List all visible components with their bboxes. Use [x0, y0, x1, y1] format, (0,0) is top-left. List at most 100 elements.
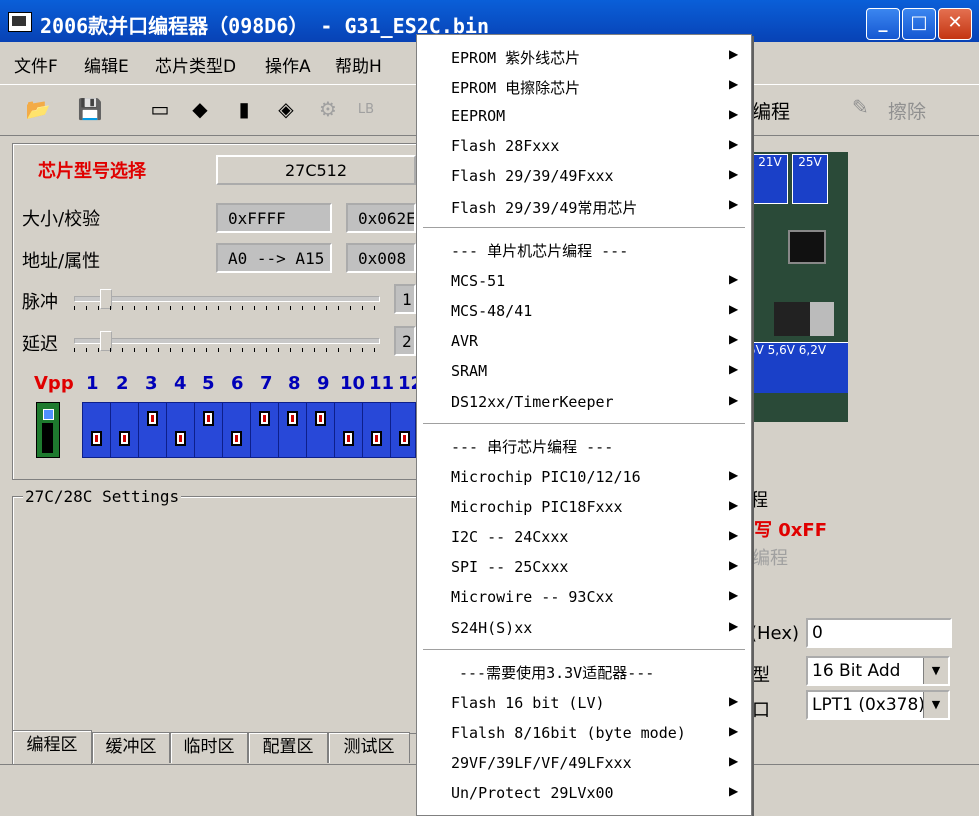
- chip-select-label: 芯片型号选择: [38, 161, 146, 182]
- vpp-label: Vpp: [34, 373, 74, 394]
- menu-separator: [423, 649, 745, 651]
- tab-test[interactable]: 测试区: [328, 732, 410, 763]
- pin-switch[interactable]: [82, 402, 112, 458]
- menu-file[interactable]: 文件F: [14, 52, 58, 77]
- verify-icon[interactable]: ◈: [272, 95, 300, 123]
- pin-number: 4: [174, 373, 187, 394]
- submenu-arrow-icon: ▶: [729, 302, 739, 316]
- pin-switch[interactable]: [278, 402, 308, 458]
- tab-buffer[interactable]: 缓冲区: [92, 732, 170, 763]
- save-icon[interactable]: 💾: [76, 95, 104, 123]
- tab-program[interactable]: 编程区: [12, 730, 92, 765]
- vpp-switch[interactable]: [36, 402, 60, 458]
- pin-number: 6: [231, 373, 244, 394]
- address-field: A0 --> A15: [216, 243, 332, 273]
- programmer-board-image: 21V 25V 5V 5,6V 6,2V: [748, 152, 848, 422]
- hex-input[interactable]: 0: [806, 618, 952, 648]
- menu-item[interactable]: Flash 29/39/49Fxxx: [451, 167, 614, 185]
- erase-button[interactable]: 擦除: [888, 97, 926, 124]
- pin-number: 9: [317, 373, 330, 394]
- pin-number: 8: [288, 373, 301, 394]
- program-button[interactable]: 编程: [752, 97, 790, 124]
- submenu-arrow-icon: ▶: [729, 107, 739, 121]
- menu-item[interactable]: Flash 16 bit (LV): [451, 694, 605, 712]
- pin-switch[interactable]: [222, 402, 252, 458]
- menu-operation[interactable]: 操作A: [265, 52, 311, 77]
- menu-item[interactable]: Flash 28Fxxx: [451, 137, 559, 155]
- write-ff-label: 写 0xFF: [754, 520, 827, 541]
- menu-item[interactable]: 29VF/39LF/VF/49LFxxx: [451, 754, 632, 772]
- pin-switch[interactable]: [334, 402, 364, 458]
- submenu-arrow-icon: ▶: [729, 498, 739, 512]
- menu-item[interactable]: EPROM 紫外线芯片: [451, 47, 580, 68]
- submenu-arrow-icon: ▶: [729, 47, 739, 61]
- type-select[interactable]: 16 Bit Add ▼: [806, 656, 950, 686]
- tab-temp[interactable]: 临时区: [170, 732, 248, 763]
- menu-item[interactable]: S24H(S)xx: [451, 619, 532, 637]
- app-icon: [8, 12, 32, 32]
- menu-item[interactable]: Microwire -- 93Cxx: [451, 588, 614, 606]
- menu-item[interactable]: Microchip PIC18Fxxx: [451, 498, 623, 516]
- menu-item[interactable]: SPI -- 25Cxxx: [451, 558, 568, 576]
- menu-item[interactable]: DS12xx/TimerKeeper: [451, 393, 614, 411]
- submenu-arrow-icon: ▶: [729, 694, 739, 708]
- lb-button[interactable]: LB: [352, 95, 380, 123]
- submenu-arrow-icon: ▶: [729, 332, 739, 346]
- pin-switch[interactable]: [166, 402, 196, 458]
- open-folder-icon[interactable]: 📂: [24, 95, 52, 123]
- submenu-arrow-icon: ▶: [729, 528, 739, 542]
- pulse-value: 1: [394, 284, 416, 314]
- port-select[interactable]: LPT1 (0x378) ▼: [806, 690, 950, 720]
- tab-config[interactable]: 配置区: [248, 732, 328, 763]
- menu-item[interactable]: MCS-48/41: [451, 302, 532, 320]
- menu-item[interactable]: Un/Protect 29LVx00: [451, 784, 614, 802]
- board-voltage-label: 21V: [758, 155, 782, 169]
- menu-section-header: --- 串行芯片编程 ---: [451, 438, 614, 456]
- menu-item[interactable]: SRAM: [451, 362, 487, 380]
- pin-switch[interactable]: [250, 402, 280, 458]
- menu-help[interactable]: 帮助H: [335, 52, 382, 77]
- submenu-arrow-icon: ▶: [729, 197, 739, 211]
- pin-number: 1: [86, 373, 99, 394]
- submenu-arrow-icon: ▶: [729, 393, 739, 407]
- size-field: 0xFFFF: [216, 203, 332, 233]
- menu-item[interactable]: Flash 29/39/49常用芯片: [451, 197, 637, 218]
- menu-separator: [423, 227, 745, 229]
- submenu-arrow-icon: ▶: [729, 137, 739, 151]
- pin-switch[interactable]: [362, 402, 392, 458]
- read-chip-icon[interactable]: ▭: [146, 95, 174, 123]
- address-attr-label: 地址/属性: [22, 251, 101, 272]
- pulse-slider[interactable]: [74, 289, 380, 310]
- menu-item[interactable]: Flalsh 8/16bit (byte mode): [451, 724, 686, 742]
- pin-switch[interactable]: [194, 402, 224, 458]
- chip-icon[interactable]: ▮: [230, 95, 258, 123]
- pin-number: 3: [145, 373, 158, 394]
- submenu-arrow-icon: ▶: [729, 724, 739, 738]
- menu-item[interactable]: Microchip PIC10/12/16: [451, 468, 641, 486]
- maximize-button[interactable]: □: [902, 8, 936, 40]
- menu-edit[interactable]: 编辑E: [84, 52, 129, 77]
- menu-item[interactable]: AVR: [451, 332, 478, 350]
- pin-number: 10: [340, 373, 366, 394]
- delay-label: 延迟: [22, 334, 58, 355]
- erase-icon[interactable]: ✎: [852, 95, 869, 119]
- pin-switch[interactable]: [110, 402, 140, 458]
- pin-switch[interactable]: [390, 402, 416, 458]
- menu-item[interactable]: I2C -- 24Cxxx: [451, 528, 568, 546]
- submenu-arrow-icon: ▶: [729, 167, 739, 181]
- pin-switch[interactable]: [306, 402, 336, 458]
- checksum-field: 0x062E: [346, 203, 416, 233]
- menu-chip-type[interactable]: 芯片类型D: [155, 52, 236, 77]
- lock-icon[interactable]: ⚙: [314, 95, 342, 123]
- write-chip-icon[interactable]: ◆: [186, 95, 214, 123]
- menu-item[interactable]: EEPROM: [451, 107, 505, 125]
- minimize-button[interactable]: _: [866, 8, 900, 40]
- chip-model-button[interactable]: 27C512: [216, 155, 416, 185]
- close-button[interactable]: ✕: [938, 8, 972, 40]
- pin-switch[interactable]: [138, 402, 168, 458]
- menu-item[interactable]: MCS-51: [451, 272, 505, 290]
- delay-slider[interactable]: [74, 331, 380, 352]
- menu-item[interactable]: EPROM 电擦除芯片: [451, 77, 580, 98]
- submenu-arrow-icon: ▶: [729, 754, 739, 768]
- port-label: 口: [752, 700, 770, 721]
